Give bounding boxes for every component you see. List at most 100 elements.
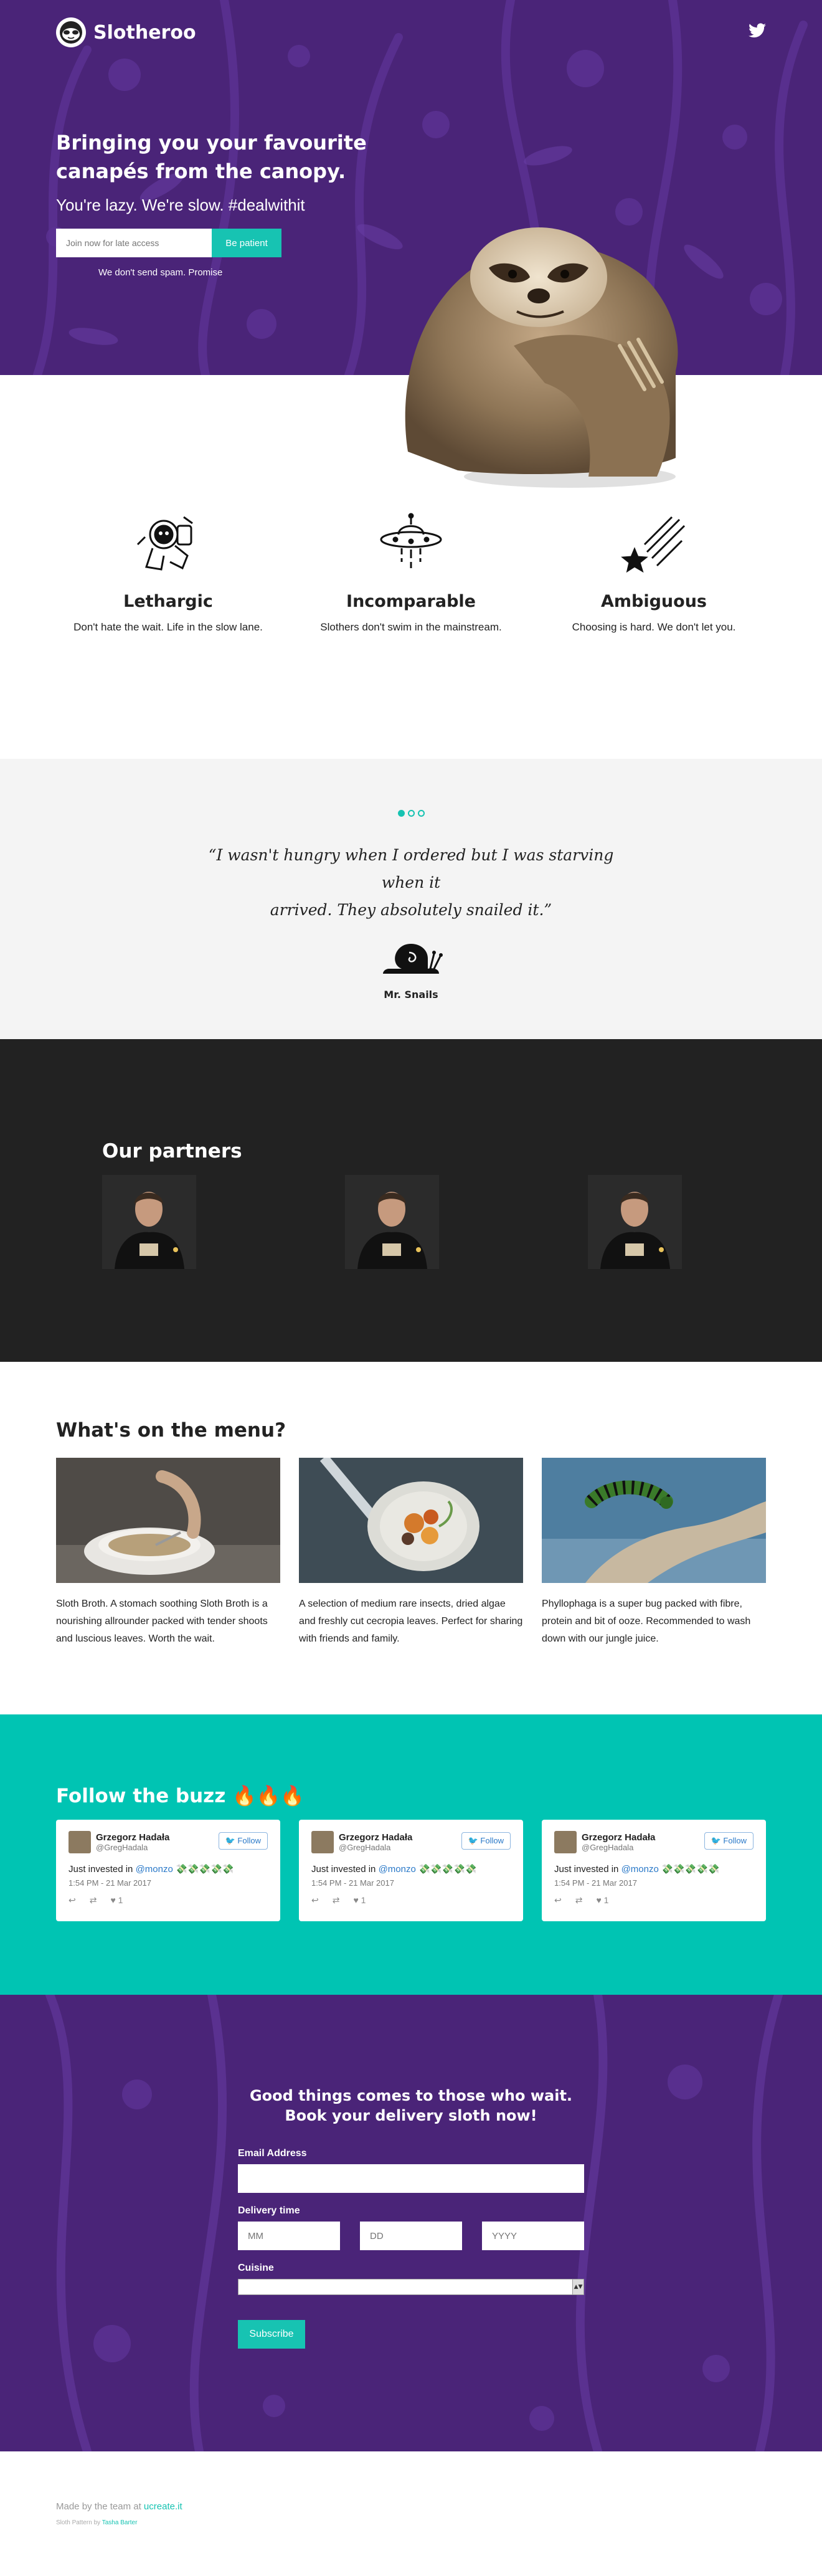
follow-button[interactable]: 🐦 Follow: [218, 1832, 268, 1850]
menu-section: What's on the menu? Sloth Broth. A stoma…: [0, 1362, 822, 1714]
order-title-line-1: Good things comes to those who wait.: [249, 2087, 573, 2104]
partner-logo[interactable]: [345, 1175, 439, 1269]
carousel-dot-2[interactable]: [407, 810, 415, 817]
order-title-line-2: Book your delivery sloth now!: [285, 2107, 537, 2124]
tweet-timestamp[interactable]: 1:54 PM - 21 Mar 2017: [68, 1878, 268, 1888]
reply-icon[interactable]: ↩: [554, 1895, 562, 1906]
avatar[interactable]: [554, 1831, 577, 1853]
hero-section: Slotheroo Bringing you your favourite ca…: [0, 0, 822, 488]
like-icon[interactable]: ♥ 1: [110, 1895, 123, 1906]
be-patient-button[interactable]: Be patient: [212, 229, 281, 257]
like-icon[interactable]: ♥ 1: [353, 1895, 366, 1906]
tweet-author-handle[interactable]: @GregHadala: [339, 1843, 412, 1852]
tweet-author-handle[interactable]: @GregHadala: [582, 1843, 655, 1852]
subscribe-button[interactable]: Subscribe: [238, 2320, 305, 2349]
hero-content: Bringing you your favourite canapés from…: [56, 128, 405, 278]
menu-item-desc: Sloth Broth. A stomach soothing Sloth Br…: [56, 1599, 268, 1644]
brand-link[interactable]: Slotheroo: [56, 17, 196, 47]
buzz-section: Follow the buzz 🔥🔥🔥 Grzegorz Hadała @Gre…: [0, 1714, 822, 1995]
reply-icon[interactable]: ↩: [311, 1895, 319, 1906]
insect-platter-photo: [299, 1458, 523, 1583]
tweet-mention-link[interactable]: @monzo: [379, 1864, 416, 1875]
tweet-card[interactable]: Grzegorz Hadała @GregHadala 🐦 Follow Jus…: [56, 1820, 280, 1921]
menu-item-desc: Phyllophaga is a super bug packed with f…: [542, 1599, 751, 1644]
tweet-timestamp[interactable]: 1:54 PM - 21 Mar 2017: [554, 1878, 754, 1888]
retweet-icon[interactable]: ⇄: [90, 1895, 97, 1906]
sloth-illustration: [383, 184, 707, 495]
testimonial-section: “I wasn't hungry when I ordered but I wa…: [0, 759, 822, 1039]
carousel-dot-1[interactable]: [397, 810, 405, 817]
partner-logo[interactable]: [588, 1175, 682, 1269]
tweet-actions: ↩ ⇄ ♥ 1: [311, 1895, 511, 1906]
month-input[interactable]: [238, 2222, 340, 2250]
partner-logo[interactable]: [102, 1175, 196, 1269]
retweet-icon[interactable]: ⇄: [575, 1895, 583, 1906]
retweet-icon[interactable]: ⇄: [333, 1895, 340, 1906]
hero-headline-line-1: Bringing you your favourite: [56, 131, 367, 154]
tweet-actions: ↩ ⇄ ♥ 1: [554, 1895, 754, 1906]
feature-incomparable: Incomparable Slothers don't swim in the …: [299, 506, 523, 759]
tweet-text-prefix: Just invested in: [554, 1864, 621, 1875]
tweet-author-name[interactable]: Grzegorz Hadała: [96, 1832, 169, 1843]
hero-headline: Bringing you your favourite canapés from…: [56, 128, 405, 186]
soup-photo: [56, 1458, 280, 1583]
feature-desc: Slothers don't swim in the mainstream.: [320, 621, 502, 633]
like-icon[interactable]: ♥ 1: [596, 1895, 608, 1906]
partners-title: Our partners: [102, 1140, 242, 1162]
ucreate-link[interactable]: ucreate.it: [144, 2501, 182, 2512]
year-input[interactable]: [482, 2222, 584, 2250]
menu-item-insects: A selection of medium rare insects, drie…: [299, 1458, 523, 1648]
cuisine-select[interactable]: ▲▼: [238, 2279, 584, 2295]
tweet-author-name[interactable]: Grzegorz Hadała: [339, 1832, 412, 1843]
tweet-mention-link[interactable]: @monzo: [136, 1864, 173, 1875]
twitter-bird-icon: 🐦: [711, 1836, 721, 1845]
menu-item-desc: A selection of medium rare insects, drie…: [299, 1599, 523, 1644]
tweet-author-name[interactable]: Grzegorz Hadała: [582, 1832, 655, 1843]
twitter-bird-icon: 🐦: [225, 1836, 235, 1845]
tweet-mention-link[interactable]: @monzo: [621, 1864, 659, 1875]
carousel-dot-3[interactable]: [417, 810, 425, 817]
order-form: Good things comes to those who wait. Boo…: [238, 1995, 584, 2349]
testimonial-quote: “I wasn't hungry when I ordered but I wa…: [193, 842, 629, 924]
money-emoji: 💸💸💸💸💸: [418, 1864, 477, 1875]
testimonial-author: Mr. Snails: [384, 989, 438, 1000]
feature-title: Ambiguous: [600, 592, 707, 611]
tasha-barter-link[interactable]: Tasha Barter: [102, 2519, 138, 2526]
buzz-title: Follow the buzz 🔥🔥🔥: [56, 1785, 305, 1807]
money-emoji: 💸💸💸💸💸: [661, 1864, 720, 1875]
feature-desc: Don't hate the wait. Life in the slow la…: [73, 621, 263, 633]
astronaut-sloth-icon: [56, 506, 280, 574]
reply-icon[interactable]: ↩: [68, 1895, 76, 1906]
email-field[interactable]: [238, 2164, 584, 2193]
twitter-bird-icon: 🐦: [468, 1836, 478, 1845]
early-access-form: Be patient: [56, 229, 405, 257]
top-navigation: Slotheroo: [56, 17, 766, 47]
early-access-email-input[interactable]: [56, 229, 212, 257]
dropdown-arrow-icon[interactable]: ▲▼: [572, 2279, 583, 2294]
tweet-list: Grzegorz Hadała @GregHadala 🐦 Follow Jus…: [56, 1820, 766, 1921]
feature-desc: Choosing is hard. We don't let you.: [572, 621, 736, 633]
day-input[interactable]: [360, 2222, 462, 2250]
no-spam-note: We don't send spam. Promise: [98, 267, 223, 278]
tweet-timestamp[interactable]: 1:54 PM - 21 Mar 2017: [311, 1878, 511, 1888]
like-count: 1: [118, 1895, 123, 1905]
order-section: Good things comes to those who wait. Boo…: [0, 1995, 822, 2451]
follow-button[interactable]: 🐦 Follow: [704, 1832, 754, 1850]
feature-title: Lethargic: [123, 592, 213, 611]
menu-title: What's on the menu?: [56, 1419, 286, 1442]
snail-icon: [0, 940, 822, 980]
avatar[interactable]: [68, 1831, 91, 1853]
tweet-text: Just invested in @monzo 💸💸💸💸💸: [68, 1863, 268, 1875]
twitter-icon[interactable]: [749, 22, 766, 42]
tweet-author-handle[interactable]: @GregHadala: [96, 1843, 169, 1852]
follow-button[interactable]: 🐦 Follow: [461, 1832, 511, 1850]
feature-lethargic: Lethargic Don't hate the wait. Life in t…: [56, 506, 280, 759]
hero-subheadline: You're lazy. We're slow. #dealwithit: [56, 196, 305, 214]
avatar[interactable]: [311, 1831, 334, 1853]
tweet-text: Just invested in @monzo 💸💸💸💸💸: [554, 1863, 754, 1875]
tweet-card[interactable]: Grzegorz Hadała @GregHadala 🐦 Follow Jus…: [542, 1820, 766, 1921]
tweet-card[interactable]: Grzegorz Hadała @GregHadala 🐦 Follow Jus…: [299, 1820, 523, 1921]
footer-credit-prefix: Made by the team at: [56, 2501, 144, 2512]
hero-headline-line-2: canapés from the canopy.: [56, 159, 346, 183]
menu-item-sloth-broth: Sloth Broth. A stomach soothing Sloth Br…: [56, 1458, 280, 1648]
